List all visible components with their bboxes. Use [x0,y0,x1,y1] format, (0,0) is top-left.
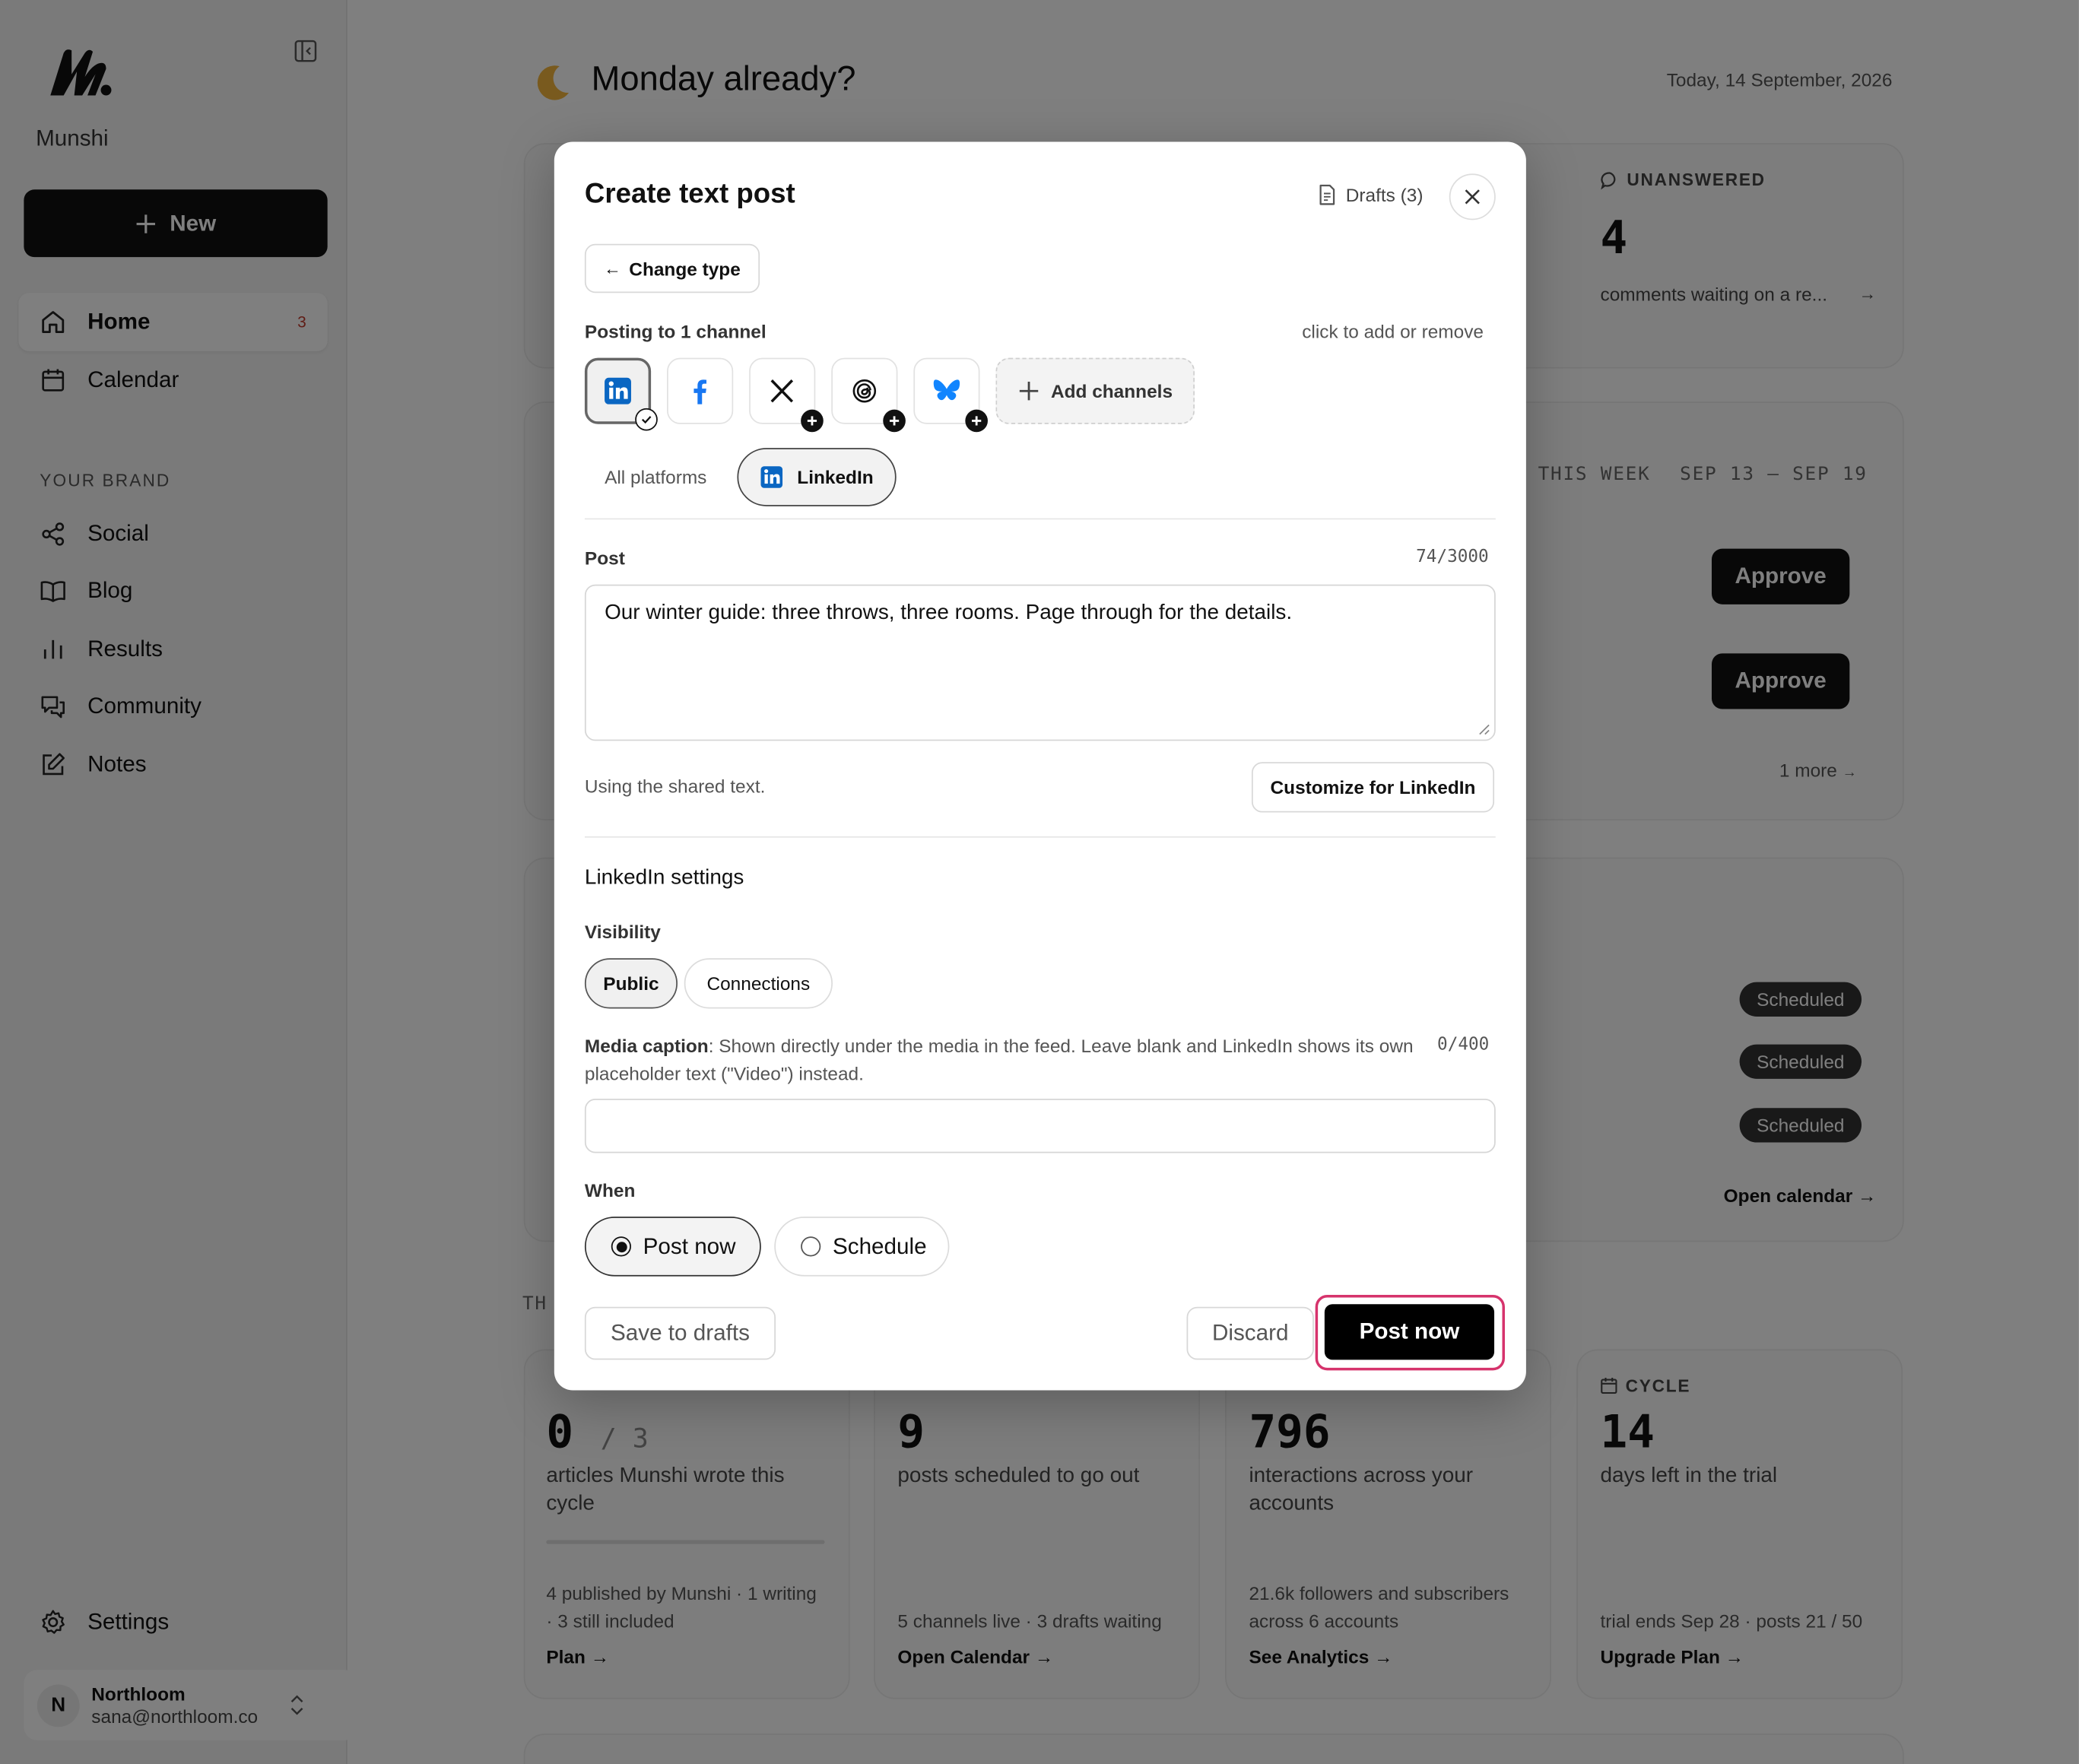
resize-handle-icon[interactable] [1478,724,1490,736]
channel-linkedin[interactable] [584,357,658,431]
media-caption-description: Media caption: Shown directly under the … [585,1033,1420,1088]
when-label: When [584,1179,636,1201]
modal-title: Create text post [584,179,795,210]
divider [584,518,1496,520]
post-label: Post [584,547,625,569]
radio-empty-icon [801,1236,821,1257]
caption-char-count: 0/400 [1437,1035,1490,1055]
media-caption-input[interactable] [584,1099,1496,1153]
change-type-button[interactable]: ← Change type [584,243,760,293]
schedule-option-label: Schedule [832,1233,927,1259]
post-char-count: 74/3000 [1416,547,1489,568]
arrow-left-icon: ← [604,258,621,279]
add-icon [965,409,988,433]
post-now-highlight: Post now [1315,1295,1505,1371]
post-textarea[interactable]: Our winter guide: three throws, three ro… [584,584,1496,741]
add-channels-button[interactable]: Add channels [995,357,1195,424]
facebook-icon [694,379,706,405]
linkedin-icon [605,377,631,405]
posting-to-label: Posting to 1 channel [584,320,767,342]
create-post-modal: Create text post Drafts (3) ← Change typ… [554,141,1526,1391]
tab-all-platforms[interactable]: All platforms [605,467,706,488]
visibility-public[interactable]: Public [584,958,678,1009]
media-caption-label: Media caption [584,1035,709,1057]
shared-text-hint: Using the shared text. [584,775,766,797]
channel-facebook[interactable] [667,357,734,424]
add-icon [883,409,906,433]
bluesky-icon [933,379,960,401]
x-icon [770,379,794,403]
add-icon [801,409,824,433]
threads-icon [852,379,877,403]
discard-button[interactable]: Discard [1186,1306,1314,1360]
document-icon [1319,184,1335,205]
channel-bluesky[interactable] [913,357,988,433]
close-icon [1465,189,1480,205]
channel-threads[interactable] [831,357,906,433]
channel-x[interactable] [749,357,824,433]
drafts-label: Drafts (3) [1345,184,1424,206]
post-now-option-label: Post now [643,1233,736,1259]
divider [584,836,1496,838]
close-button[interactable] [1449,173,1496,220]
channel-hint: click to add or remove [1302,320,1484,342]
visibility-connections[interactable]: Connections [684,958,833,1009]
save-to-drafts-button[interactable]: Save to drafts [584,1306,776,1360]
media-caption-help: : Shown directly under the media in the … [584,1035,1414,1084]
when-schedule[interactable]: Schedule [774,1217,950,1277]
linkedin-settings-title: LinkedIn settings [584,866,744,890]
plus-icon [1019,382,1038,401]
visibility-label: Visibility [584,921,661,943]
drafts-button[interactable]: Drafts (3) [1318,184,1423,205]
tab-linkedin-label: LinkedIn [797,466,874,488]
check-icon [635,408,658,431]
change-type-label: Change type [629,258,741,279]
post-now-button[interactable]: Post now [1324,1304,1495,1360]
customize-linkedin-button[interactable]: Customize for LinkedIn [1251,762,1495,813]
add-channels-label: Add channels [1050,380,1173,402]
post-text: Our winter guide: three throws, three ro… [605,601,1293,625]
linkedin-icon [760,466,783,488]
radio-selected-icon [611,1236,631,1257]
tab-linkedin[interactable]: LinkedIn [737,448,897,506]
when-post-now[interactable]: Post now [584,1217,761,1277]
